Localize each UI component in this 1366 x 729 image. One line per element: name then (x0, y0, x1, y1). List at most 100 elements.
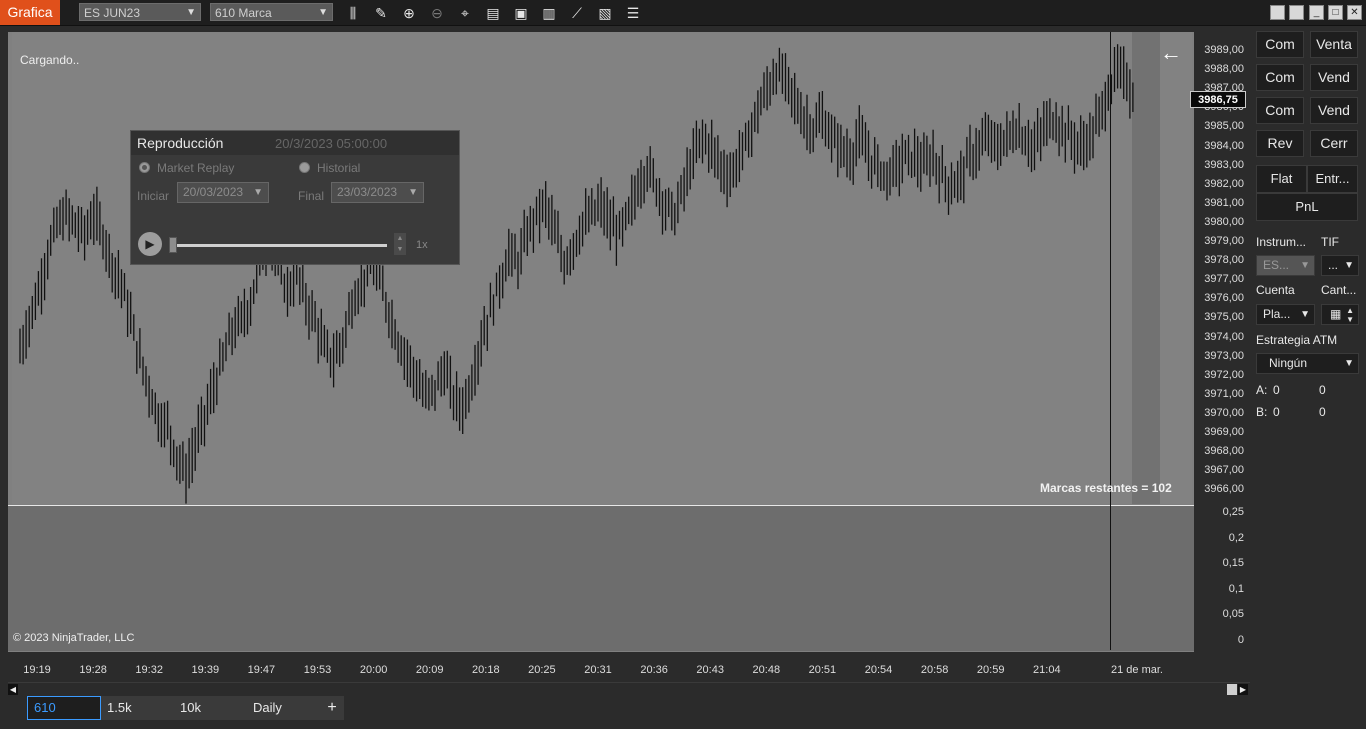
price-tick: 3967,00 (1204, 464, 1244, 477)
restore-icon[interactable] (1270, 5, 1285, 20)
tif-label: TIF (1321, 235, 1339, 249)
bar-type-value: 610 Marca (215, 6, 272, 20)
arrow-left-icon[interactable]: ← (1160, 40, 1182, 66)
indicator-tick: 0,05 (1222, 608, 1244, 620)
end-date-picker[interactable]: 23/03/2023 ▼ (331, 182, 424, 203)
draw-pencil-icon[interactable]: ✎ (371, 3, 391, 23)
horizontal-scrollbar[interactable]: ◀ ▶ (8, 682, 1250, 696)
b-value-2: 0 (1319, 405, 1326, 419)
instrument-selector-value: ES... (1263, 258, 1290, 272)
buy-ask-button[interactable]: Com (1256, 64, 1304, 91)
reverse-button[interactable]: Rev (1256, 130, 1304, 157)
sell-market-button[interactable]: Venta (1310, 31, 1358, 58)
tab-daily[interactable]: Daily (247, 696, 320, 720)
playback-slider-handle[interactable] (169, 237, 177, 253)
price-tick: 3982,00 (1204, 177, 1244, 190)
indicator-tick: 0,15 (1222, 557, 1244, 569)
time-tick: 20:48 (752, 664, 781, 676)
indicator-tick: 0,25 (1222, 506, 1244, 518)
price-bars (19, 44, 1134, 504)
playback-slider-track[interactable] (171, 244, 387, 247)
time-tick: 20:00 (359, 664, 388, 676)
templates-icon[interactable]: ▧ (595, 3, 615, 23)
buy-market-button[interactable]: Com (1256, 31, 1304, 58)
time-tick: 20:54 (864, 664, 893, 676)
quantity-stepper[interactable]: ▦ ▲ ▼ (1321, 304, 1359, 325)
price-tick: 3978,00 (1204, 254, 1244, 267)
calculator-icon[interactable]: ▦ (1330, 307, 1341, 321)
tab-610[interactable]: 610 (27, 696, 101, 720)
restore-icon[interactable] (1289, 5, 1304, 20)
buy-bid-button[interactable]: Com (1256, 97, 1304, 124)
strategies-icon[interactable]: ▣ (511, 3, 531, 23)
indicator-pane[interactable] (8, 506, 1194, 651)
chevron-down-icon: ▼ (1344, 358, 1354, 369)
data-series-icon[interactable]: ⫼ (343, 3, 363, 23)
spinner-icon[interactable]: ▲ ▼ (1346, 306, 1354, 324)
price-tick: 3971,00 (1204, 387, 1244, 400)
time-tick: 21:04 (1033, 664, 1061, 676)
time-tick: 19:32 (135, 664, 163, 676)
tif-selector[interactable]: ... ▼ (1321, 255, 1359, 276)
account-label: Cuenta (1256, 283, 1295, 297)
time-tick: 20:18 (472, 664, 500, 676)
quantity-label: Cant... (1321, 283, 1357, 297)
zoom-out-icon[interactable]: ⊖ (427, 3, 447, 23)
start-date-picker[interactable]: 20/03/2023 ▼ (177, 182, 269, 203)
line-chart-icon[interactable]: ⟋ (567, 3, 587, 23)
sell-bid-button[interactable]: Vend (1310, 97, 1358, 124)
time-axis[interactable]: 19:19 19:28 19:32 19:39 19:47 19:53 20:00 20:09… (8, 652, 1194, 682)
instrument-select[interactable]: ES JUN23 ▼ (79, 3, 201, 21)
list-icon[interactable]: ☰ (623, 3, 643, 23)
scroll-right-icon[interactable]: ▶ (1238, 684, 1248, 695)
time-tick: 20:51 (808, 664, 837, 676)
time-tick: 19:39 (191, 664, 220, 676)
price-tick: 3966,00 (1204, 483, 1244, 496)
price-tick: 3973,00 (1204, 349, 1244, 362)
account-selector[interactable]: Pla... ▼ (1256, 304, 1315, 325)
price-axis[interactable]: 3989,003988,003987,003986,003985,003984,… (1194, 32, 1250, 682)
bar-type-select[interactable]: 610 Marca ▼ (210, 3, 333, 21)
a-label: A: (1256, 383, 1268, 397)
pnl-status: PnL (1256, 193, 1358, 221)
close-icon[interactable]: ✕ (1347, 5, 1362, 20)
price-tick: 3972,00 (1204, 368, 1244, 381)
instrument-selector[interactable]: ES... ▼ (1256, 255, 1315, 276)
price-tick: 3975,00 (1204, 311, 1244, 324)
price-tick: 3981,00 (1204, 196, 1244, 209)
play-icon[interactable]: ▶ (138, 232, 162, 256)
crosshair-icon[interactable]: ⌖ (455, 3, 475, 23)
historical-label: Historial (317, 161, 361, 175)
speed-value: 1x (416, 239, 428, 251)
speed-spinner[interactable]: ▲ ▼ (394, 233, 406, 255)
price-tick: 3989,00 (1204, 44, 1244, 56)
price-tick: 3984,00 (1204, 139, 1244, 152)
time-tick: 20:36 (640, 664, 668, 676)
tab-1-5k[interactable]: 1.5k (101, 696, 174, 720)
sell-ask-button[interactable]: Vend (1310, 64, 1358, 91)
zoom-in-icon[interactable]: ⊕ (399, 3, 419, 23)
price-tick: 3970,00 (1204, 406, 1244, 419)
playback-window[interactable]: Reproducción 20/3/2023 05:00:00 Market R… (130, 130, 460, 265)
properties-icon[interactable]: ▤ (483, 3, 503, 23)
indicator-tick: 0,1 (1228, 582, 1244, 595)
scroll-left-icon[interactable]: ◀ (8, 684, 18, 695)
market-replay-label: Market Replay (157, 161, 235, 175)
copyright: © 2023 NinjaTrader, LLC (13, 632, 135, 644)
price-tick: 3974,00 (1204, 330, 1244, 343)
add-tab-button[interactable]: + (320, 696, 344, 720)
time-tick: 20:59 (976, 664, 1005, 676)
historical-radio[interactable] (299, 162, 310, 173)
time-tick: 21 de mar. (1111, 664, 1163, 676)
minimize-icon[interactable]: _ (1309, 5, 1324, 20)
maximize-icon[interactable]: □ (1328, 5, 1343, 20)
scroll-thumb[interactable] (1227, 684, 1237, 695)
atm-strategy-selector[interactable]: Ningún ▼ (1256, 353, 1359, 374)
market-replay-radio[interactable] (139, 162, 150, 173)
indicators-icon[interactable]: ▥ (539, 3, 559, 23)
close-position-button[interactable]: Cerr (1310, 130, 1358, 157)
price-tick: 3979,00 (1204, 235, 1244, 247)
time-tick: 20:58 (920, 664, 949, 676)
chevron-down-icon: ▼ (186, 7, 196, 18)
tab-10k[interactable]: 10k (174, 696, 247, 720)
